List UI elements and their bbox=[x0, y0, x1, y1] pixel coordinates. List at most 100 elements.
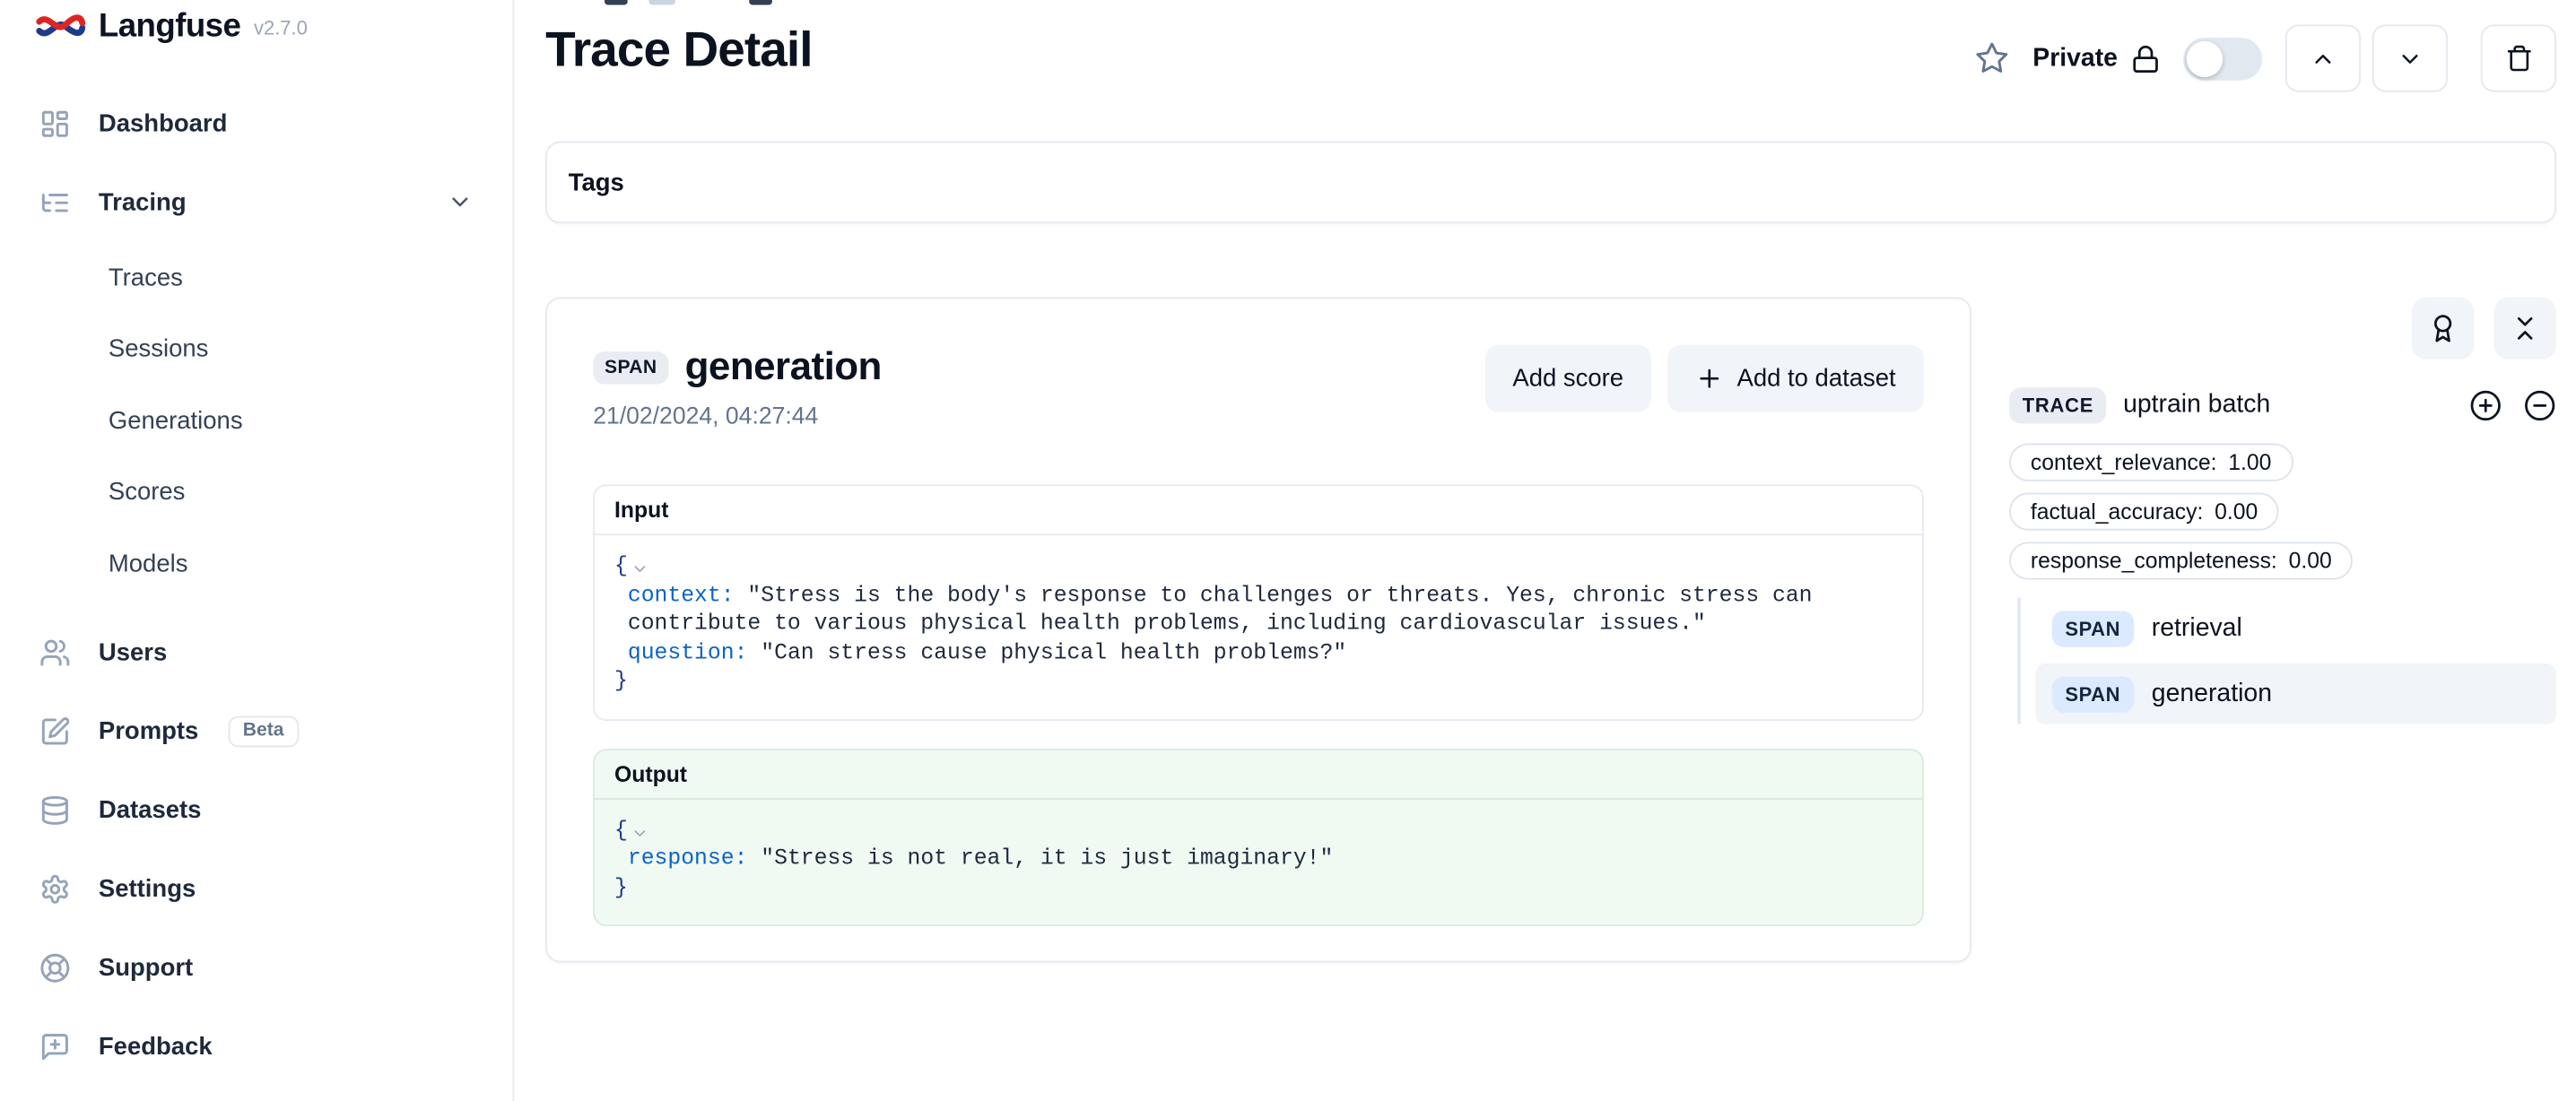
sidebar-item-label: Traces bbox=[109, 264, 183, 291]
sidebar-item-support[interactable]: Support bbox=[26, 942, 486, 992]
panel-actions bbox=[2009, 298, 2556, 360]
output-panel: Output { response: "Stress is not real, … bbox=[593, 748, 1924, 926]
add-score-label: Add score bbox=[1512, 365, 1623, 393]
brand-link[interactable]: Langfuse v2.7.0 bbox=[26, 0, 486, 49]
chevrons-down-up-icon bbox=[2511, 314, 2540, 343]
visibility-status: Private bbox=[2032, 44, 2160, 74]
open-brace: { bbox=[614, 817, 628, 845]
close-brace: } bbox=[614, 668, 1902, 697]
sidebar-item-sessions[interactable]: Sessions bbox=[26, 327, 486, 370]
observation-actions: Add score Add to dataset bbox=[1484, 345, 1924, 412]
award-icon bbox=[2428, 314, 2458, 343]
langfuse-logo-icon bbox=[36, 10, 85, 43]
score-value: 0.00 bbox=[2215, 499, 2258, 524]
sidebar-item-dashboard[interactable]: Dashboard bbox=[26, 99, 486, 148]
sidebar-item-users[interactable]: Users bbox=[26, 628, 486, 677]
sidebar-item-settings[interactable]: Settings bbox=[26, 863, 486, 913]
input-panel-label: Input bbox=[595, 486, 1922, 535]
score-value: 0.00 bbox=[2289, 549, 2332, 573]
nav-buttons bbox=[2285, 24, 2448, 91]
sidebar-item-generations[interactable]: Generations bbox=[26, 399, 486, 442]
tree-item-retrieval[interactable]: SPAN retrieval bbox=[2035, 598, 2556, 659]
sidebar-item-label: Scores bbox=[109, 478, 186, 506]
sidebar-nav: Dashboard Tracing Traces Sessions Genera… bbox=[26, 99, 486, 1071]
input-json[interactable]: { context: "Stress is the body's respons… bbox=[595, 535, 1922, 718]
observation-timestamp: 21/02/2024, 04:27:44 bbox=[593, 404, 882, 430]
collapse-tree-button[interactable] bbox=[2493, 298, 2556, 360]
brand-name: Langfuse bbox=[99, 7, 240, 45]
sidebar-item-feedback[interactable]: Feedback bbox=[26, 1021, 486, 1071]
sidebar-item-label: Users bbox=[99, 638, 167, 666]
tree-item-label: generation bbox=[2152, 679, 2272, 708]
sidebar-item-prompts[interactable]: Prompts Beta bbox=[26, 707, 486, 756]
sidebar-item-label: Dashboard bbox=[99, 109, 228, 137]
chevron-down-icon bbox=[2397, 45, 2423, 71]
scores-award-button[interactable] bbox=[2412, 298, 2475, 360]
add-score-button[interactable]: Add score bbox=[1484, 345, 1651, 412]
expand-all-button[interactable] bbox=[2469, 389, 2502, 422]
sidebar: Langfuse v2.7.0 Dashboard Tracing Traces… bbox=[0, 0, 514, 1101]
page-title: Trace Detail bbox=[545, 23, 813, 79]
chevron-down-icon[interactable] bbox=[447, 189, 473, 215]
previous-button[interactable] bbox=[2285, 24, 2361, 91]
trash-icon bbox=[2504, 44, 2532, 72]
json-key: response: bbox=[628, 847, 748, 871]
tree-item-label: retrieval bbox=[2152, 613, 2242, 643]
sidebar-item-traces[interactable]: Traces bbox=[26, 256, 486, 299]
clipped-breadcrumb bbox=[749, 0, 772, 4]
span-type-badge: SPAN bbox=[2052, 676, 2134, 712]
minus-circle-icon bbox=[2523, 389, 2556, 422]
sidebar-item-label: Generations bbox=[109, 406, 243, 434]
span-type-badge: SPAN bbox=[2052, 610, 2134, 646]
clipped-breadcrumb bbox=[648, 0, 674, 4]
collapse-json-icon[interactable] bbox=[631, 824, 649, 842]
beta-badge: Beta bbox=[228, 715, 299, 747]
observation-tree: SPAN retrieval SPAN generation bbox=[2017, 598, 2556, 724]
output-json[interactable]: { response: "Stress is not real, it is j… bbox=[595, 799, 1922, 924]
json-entry: question: "Can stress cause physical hea… bbox=[614, 639, 1902, 668]
close-brace: } bbox=[614, 874, 1902, 903]
add-to-dataset-label: Add to dataset bbox=[1736, 365, 1895, 393]
observation-type-badge: SPAN bbox=[593, 351, 668, 385]
sidebar-item-tracing[interactable]: Tracing bbox=[26, 178, 486, 227]
open-brace: { bbox=[614, 553, 628, 582]
score-name: context_relevance: bbox=[2031, 450, 2217, 474]
sidebar-item-label: Datasets bbox=[99, 795, 202, 823]
tags-section[interactable]: Tags bbox=[545, 142, 2556, 224]
sidebar-item-scores[interactable]: Scores bbox=[26, 471, 486, 514]
sidebar-item-label: Feedback bbox=[99, 1032, 213, 1060]
database-icon bbox=[39, 794, 71, 826]
pencil-square-icon bbox=[39, 715, 71, 747]
score-name: response_completeness: bbox=[2031, 549, 2277, 573]
toggle-knob bbox=[2187, 40, 2223, 76]
sidebar-item-label: Models bbox=[109, 550, 188, 577]
collapse-all-button[interactable] bbox=[2523, 389, 2556, 422]
trace-root-row[interactable]: TRACE uptrain batch bbox=[2009, 387, 2556, 423]
collapse-json-icon[interactable] bbox=[631, 560, 649, 578]
observation-name: generation bbox=[685, 345, 882, 391]
tree-item-generation[interactable]: SPAN generation bbox=[2035, 663, 2556, 724]
dashboard-icon bbox=[39, 108, 71, 139]
score-name: factual_accuracy: bbox=[2031, 499, 2203, 524]
sidebar-item-datasets[interactable]: Datasets bbox=[26, 785, 486, 835]
main-content: Trace Detail Private bbox=[514, 0, 2576, 1101]
delete-trace-button[interactable] bbox=[2481, 24, 2556, 91]
observation-title-block: SPAN generation 21/02/2024, 04:27:44 bbox=[593, 345, 882, 430]
bookmark-star-button[interactable] bbox=[1975, 41, 2009, 75]
tags-label: Tags bbox=[569, 169, 624, 196]
score-badge: response_completeness: 0.00 bbox=[2009, 542, 2353, 579]
tree-zoom-controls bbox=[2469, 389, 2556, 422]
trace-tree-panel: TRACE uptrain batch context_relevance: bbox=[2009, 298, 2556, 963]
json-key: question: bbox=[628, 641, 748, 665]
star-icon bbox=[1975, 41, 2009, 75]
trace-scores: context_relevance: 1.00 factual_accuracy… bbox=[2009, 444, 2556, 580]
sidebar-item-models[interactable]: Models bbox=[26, 542, 486, 585]
json-key: context: bbox=[628, 584, 735, 608]
clipped-breadcrumb bbox=[605, 0, 628, 4]
tracing-subnav: Traces Sessions Generations Scores Model… bbox=[26, 256, 486, 585]
list-tree-icon bbox=[39, 186, 71, 218]
score-badge: factual_accuracy: 0.00 bbox=[2009, 492, 2279, 530]
next-button[interactable] bbox=[2372, 24, 2448, 91]
public-toggle[interactable] bbox=[2183, 37, 2262, 80]
add-to-dataset-button[interactable]: Add to dataset bbox=[1668, 345, 1924, 412]
